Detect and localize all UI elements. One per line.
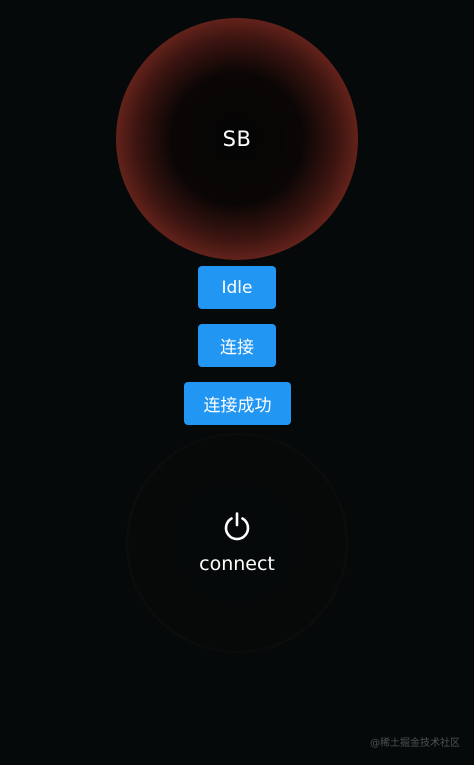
- power-icon: [224, 512, 250, 541]
- connect-button[interactable]: 连接: [198, 324, 276, 367]
- idle-button[interactable]: Idle: [198, 266, 276, 309]
- status-orb-label: SB: [222, 127, 252, 151]
- status-orb: SB: [116, 18, 358, 260]
- connect-success-button[interactable]: 连接成功: [184, 382, 291, 425]
- watermark: @稀土掘金技术社区: [370, 738, 460, 749]
- power-connect-label: connect: [199, 553, 275, 575]
- power-connect-button[interactable]: connect: [126, 433, 348, 653]
